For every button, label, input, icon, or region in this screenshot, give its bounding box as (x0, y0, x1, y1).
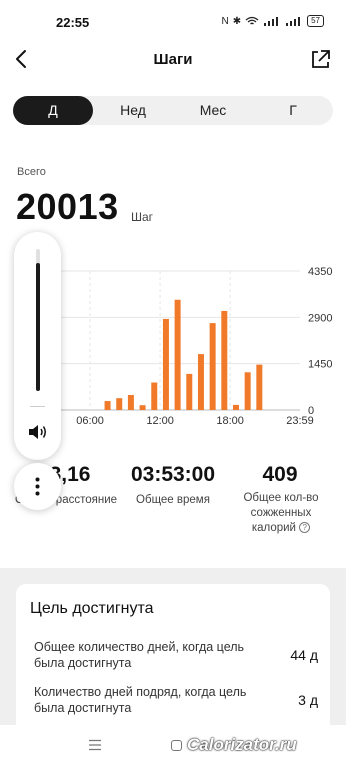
goal-row-total: Общее количество дней, когда цель была д… (34, 639, 324, 671)
goal-title: Цель достигнута (30, 600, 154, 617)
status-time: 22:55 (56, 15, 90, 30)
chart-bar (139, 405, 146, 410)
status-icons: N ✱ 57 (221, 15, 324, 27)
nfc-icon: N (221, 15, 229, 27)
share-button[interactable] (308, 46, 332, 72)
total-label: Всего (17, 166, 46, 178)
tab-year[interactable]: Г (253, 96, 333, 125)
chart-bar (256, 364, 263, 410)
x-tick-label: 06:00 (76, 415, 104, 427)
time-value: 03:53:00 (130, 463, 216, 486)
x-tick-label: 18:00 (216, 415, 244, 427)
x-tick-label: 12:00 (146, 415, 174, 427)
more-button[interactable] (14, 463, 61, 510)
period-tabs: Д Нед Мес Г (13, 96, 333, 125)
speaker-button[interactable] (27, 422, 49, 442)
more-vertical-icon (35, 477, 40, 496)
chart-bar (221, 310, 228, 410)
battery-icon: 57 (307, 15, 324, 27)
header: Шаги (0, 40, 346, 80)
y-tick-label: 4350 (308, 266, 332, 278)
time-label: Общее время (136, 494, 210, 506)
chart-bar (244, 372, 251, 410)
status-bar: 22:55 N ✱ 57 (0, 0, 346, 40)
goal-section: Цель достигнута Общее количество дней, к… (0, 568, 346, 734)
volume-level (36, 263, 40, 391)
chart-bar (104, 401, 111, 410)
chart-bar (174, 299, 181, 410)
chart-bar (232, 404, 239, 410)
calories-label: Общее кол-во сожженных калорий ? (236, 491, 326, 536)
system-nav-bar: Calorizator.ru (0, 725, 346, 768)
menu-icon[interactable] (88, 739, 102, 751)
goal-total-value: 44 д (290, 647, 318, 663)
total-steps-value: 20013 (16, 186, 119, 227)
volume-slider[interactable] (36, 249, 40, 391)
chart-bar (151, 382, 158, 410)
goal-row-streak: Количество дней подряд, когда цель была … (34, 684, 324, 716)
home-button[interactable] (171, 740, 182, 751)
divider (30, 406, 45, 407)
calories-value: 409 (262, 463, 298, 486)
goal-total-label: Общее количество дней, когда цель была д… (34, 640, 245, 670)
bluetooth-icon: ✱ (232, 15, 242, 27)
volume-panel (14, 232, 61, 460)
watermark: Calorizator.ru (187, 735, 297, 754)
tab-day[interactable]: Д (13, 96, 93, 125)
y-tick-label: 2900 (308, 312, 332, 324)
tab-week[interactable]: Нед (93, 96, 173, 125)
speaker-icon (29, 425, 46, 439)
share-icon (312, 50, 330, 68)
chart-bar (186, 373, 193, 410)
chart-bar (162, 318, 169, 410)
chart-bar (116, 398, 123, 410)
y-tick-label: 1450 (308, 359, 332, 371)
chart-bar (127, 394, 134, 410)
tab-month[interactable]: Мес (173, 96, 253, 125)
wifi-icon (245, 16, 259, 25)
goal-streak-label: Количество дней подряд, когда цель была … (34, 685, 247, 715)
x-tick-label: 23:59 (286, 415, 314, 427)
chart-bar (209, 323, 216, 410)
goal-streak-value: 3 д (298, 692, 318, 708)
page-title: Шаги (153, 51, 193, 68)
chart-bar (197, 354, 204, 410)
help-icon[interactable]: ? (299, 522, 311, 533)
goal-card: Цель достигнута Общее количество дней, к… (16, 584, 330, 734)
signal-icon (264, 17, 279, 26)
signal-icon (286, 17, 301, 26)
total-steps-unit: Шаг (131, 210, 154, 224)
